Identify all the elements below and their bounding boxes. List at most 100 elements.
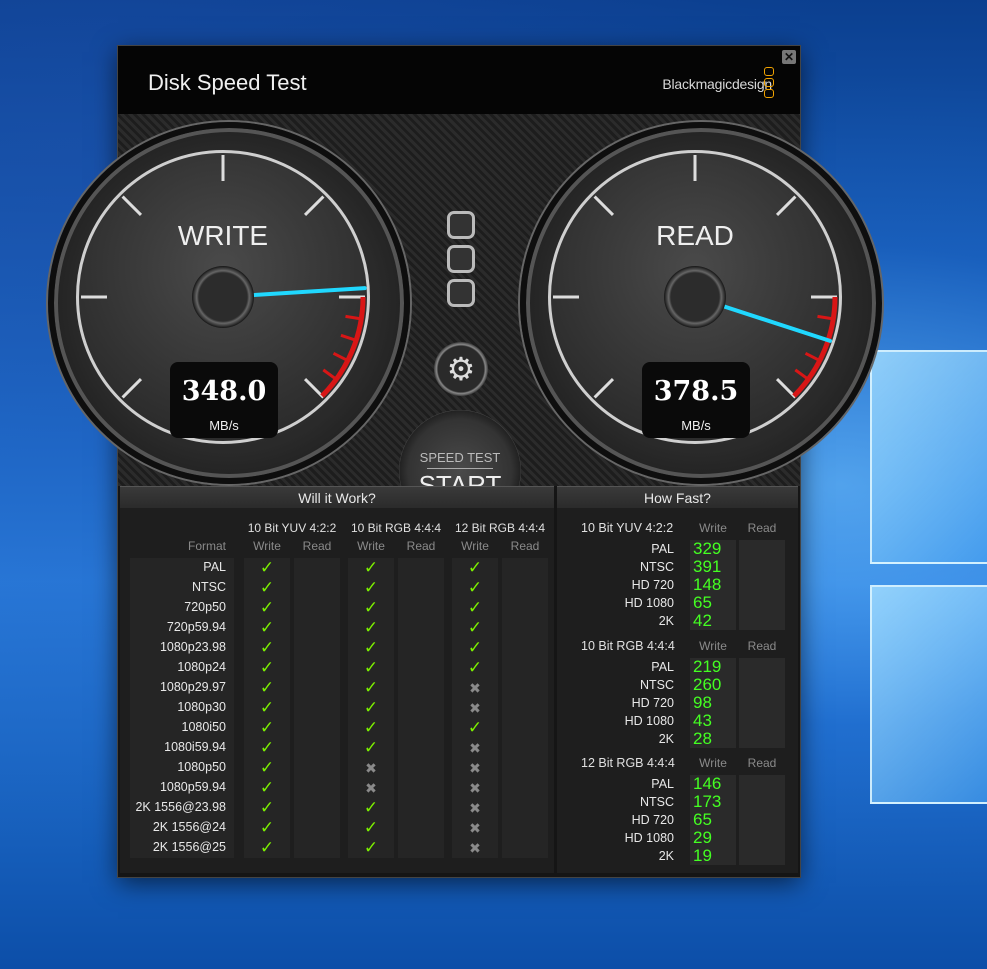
check-icon: ✓	[363, 618, 379, 637]
cross-icon: ✖	[469, 740, 481, 756]
windows-logo-pane	[870, 585, 987, 804]
write-speed-value: 28	[693, 729, 712, 748]
group-title: 10 Bit YUV 4:2:2	[247, 521, 337, 535]
gauge-tick	[303, 195, 325, 217]
group-title: 10 Bit RGB 4:4:4	[581, 639, 675, 653]
check-icon: ✓	[259, 558, 275, 577]
write-readout: 348.0 MB/s	[170, 362, 278, 438]
group-title: 12 Bit RGB 4:4:4	[454, 521, 546, 535]
read-column-header: Read	[747, 521, 777, 535]
write-speed-value: 173	[693, 792, 722, 811]
group-title: 10 Bit YUV 4:2:2	[581, 521, 674, 535]
needle-hub	[192, 266, 254, 328]
red-zone-tick	[794, 368, 810, 381]
check-icon: ✓	[259, 818, 275, 837]
check-icon: ✓	[259, 678, 275, 697]
gear-icon: ⚙	[446, 351, 476, 387]
check-icon: ✓	[259, 798, 275, 817]
read-value: 378.5	[653, 376, 739, 407]
check-icon: ✓	[467, 618, 483, 637]
target-button-icon[interactable]	[447, 245, 475, 273]
write-speed-value: 43	[693, 711, 712, 730]
red-zone-tick	[332, 351, 349, 362]
check-icon: ✓	[363, 738, 379, 757]
format-label: NTSC	[639, 795, 674, 809]
format-label: HD 720	[631, 578, 674, 592]
start-button-caption: SPEED TEST	[419, 450, 501, 465]
read-column-header: Read	[747, 639, 777, 653]
format-label: 1080p30	[177, 700, 226, 714]
check-icon: ✓	[467, 578, 483, 597]
read-column-header: Read	[302, 539, 332, 553]
target-button-icon[interactable]	[447, 211, 475, 239]
read-column-header: Read	[406, 539, 436, 553]
write-speed-value: 260	[693, 675, 722, 694]
check-icon: ✓	[259, 838, 275, 857]
will-it-work-heading: Will it Work?	[120, 486, 554, 509]
cross-icon: ✖	[469, 780, 481, 796]
format-label: PAL	[651, 660, 674, 674]
write-speed-value: 29	[693, 828, 712, 847]
gauge-panel: WRITE 348.0 MB/s READ 378.5 MB/s ⚙ SPEED…	[48, 114, 882, 532]
format-label: 2K	[658, 732, 674, 746]
gauge-tick	[593, 195, 615, 217]
format-label: HD 1080	[624, 831, 674, 845]
write-speed-value: 391	[693, 557, 722, 576]
write-speed-value: 65	[693, 810, 712, 829]
write-speed-value: 329	[693, 539, 722, 558]
read-column-header: Read	[747, 756, 777, 770]
how-fast-heading: How Fast?	[557, 486, 798, 509]
check-icon: ✓	[259, 618, 275, 637]
check-icon: ✓	[467, 718, 483, 737]
check-icon: ✓	[467, 638, 483, 657]
write-speed-value: 65	[693, 593, 712, 612]
format-label: HD 1080	[624, 596, 674, 610]
settings-button[interactable]: ⚙	[434, 342, 488, 396]
target-select-buttons[interactable]	[447, 211, 475, 313]
write-speed-value: 219	[693, 657, 722, 676]
format-column-header: Format	[187, 539, 226, 553]
gauge-tick	[121, 195, 143, 217]
format-label: 2K 1556@24	[152, 820, 226, 834]
format-label: 1080i50	[181, 720, 227, 734]
format-label: HD 720	[631, 813, 674, 827]
format-label: 1080p24	[177, 660, 226, 674]
check-icon: ✓	[363, 798, 379, 817]
gauge-tick	[121, 377, 143, 399]
red-zone-tick	[804, 351, 821, 362]
check-icon: ✓	[259, 598, 275, 617]
read-label: READ	[656, 220, 734, 251]
cross-icon: ✖	[469, 840, 481, 856]
format-label: HD 1080	[624, 714, 674, 728]
cross-icon: ✖	[365, 760, 377, 776]
format-label: 720p59.94	[166, 620, 226, 634]
format-label: NTSC	[639, 560, 674, 574]
check-icon: ✓	[363, 578, 379, 597]
target-button-icon[interactable]	[447, 279, 475, 307]
check-icon: ✓	[259, 698, 275, 717]
group-title: 10 Bit RGB 4:4:4	[350, 521, 442, 535]
format-label: 2K	[658, 849, 674, 863]
write-speed-value: 148	[693, 575, 722, 594]
write-label: WRITE	[177, 220, 269, 251]
read-column	[739, 775, 785, 865]
format-label: PAL	[651, 542, 674, 556]
check-icon: ✓	[363, 638, 379, 657]
write-speed-value: 42	[693, 611, 712, 630]
close-button[interactable]: ✕	[782, 50, 796, 64]
check-icon: ✓	[259, 718, 275, 737]
cross-icon: ✖	[469, 680, 481, 696]
red-zone-arc	[320, 296, 366, 398]
format-label: PAL	[203, 560, 226, 574]
format-label: 2K	[658, 614, 674, 628]
check-icon: ✓	[363, 698, 379, 717]
check-icon: ✓	[467, 598, 483, 617]
how-fast-table: 10 Bit YUV 4:2:2 Write Read PAL 329 NTSC 391 HD…	[557, 508, 798, 873]
format-label: 720p50	[184, 600, 226, 614]
format-label: NTSC	[191, 580, 226, 594]
windows-logo-pane	[870, 350, 987, 564]
gauge-tick	[775, 195, 797, 217]
format-label: NTSC	[639, 678, 674, 692]
check-icon: ✓	[363, 598, 379, 617]
write-unit: MB/s	[209, 418, 239, 433]
